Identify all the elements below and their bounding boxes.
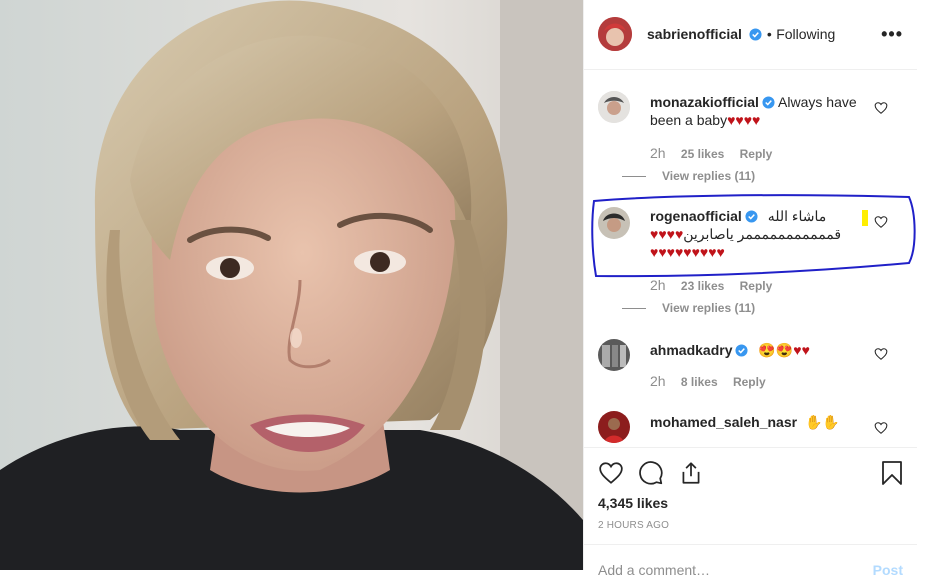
reply-button[interactable]: Reply [733, 375, 766, 389]
comment-likes[interactable]: 23 likes [681, 279, 724, 293]
comment-text: monazakiofficial Always have been a baby… [650, 93, 880, 129]
view-replies-label: View replies (11) [662, 169, 756, 183]
post-header: sabrienofficial • Following ••• [584, 0, 917, 70]
comment-text: mohamed_saleh_nasr ✋✋ [650, 413, 880, 431]
commenter-avatar[interactable] [598, 91, 630, 123]
replies-divider [622, 176, 646, 178]
post-timestamp: 2 HOURS AGO [598, 520, 670, 531]
following-button[interactable]: Following [776, 26, 835, 42]
comment-body-line2: been a baby [650, 112, 728, 128]
view-replies-label: View replies (11) [662, 301, 756, 315]
comment-like-heart-icon[interactable] [874, 421, 888, 435]
comment-like-heart-icon[interactable] [874, 101, 888, 115]
comment-meta: 2h 8 likes Reply [650, 373, 778, 389]
comment-username[interactable]: monazakiofficial [650, 94, 759, 110]
comments-panel: sabrienofficial • Following ••• monazaki… [583, 0, 925, 578]
comment-like-heart-icon[interactable] [874, 347, 888, 361]
comment-icon[interactable] [638, 460, 664, 486]
commenter-avatar[interactable] [598, 339, 630, 371]
author-line: sabrienofficial • Following [647, 26, 835, 44]
highlighter-mark [862, 210, 868, 226]
comment-username[interactable]: ahmadkadry [650, 342, 732, 358]
comment-username[interactable]: mohamed_saleh_nasr [650, 414, 797, 430]
add-comment-input[interactable]: Add a comment… [598, 562, 710, 578]
comment-item: mohamed_saleh_nasr ✋✋ [598, 410, 908, 446]
highlight-annotation [591, 194, 916, 278]
comment-body: Always have [778, 94, 857, 110]
add-comment-bar: Add a comment… Post [584, 544, 917, 578]
verified-badge-icon [749, 28, 762, 41]
reply-button[interactable]: Reply [740, 279, 773, 293]
selfie-image [0, 0, 583, 570]
share-icon[interactable] [678, 460, 704, 486]
likes-count[interactable]: 4,345 likes [598, 495, 668, 511]
post-comment-button[interactable]: Post [873, 562, 903, 578]
comment-likes[interactable]: 25 likes [681, 147, 724, 161]
view-replies-button[interactable]: View replies (11) [622, 301, 755, 315]
comment-item: monazakiofficial Always have been a baby… [598, 90, 908, 190]
red-hearts: ♥♥♥♥ [727, 112, 761, 128]
verified-badge-icon [735, 344, 749, 357]
emoji-raised-hands: ✋✋ [804, 414, 840, 430]
separator-dot: • [766, 26, 772, 42]
more-options-icon[interactable]: ••• [881, 24, 903, 45]
author-avatar[interactable] [598, 17, 632, 51]
verified-badge-icon [762, 96, 775, 109]
comment-text: ahmadkadry 😍😍♥♥ [650, 341, 880, 359]
post-photo[interactable] [0, 0, 583, 570]
replies-divider [622, 308, 646, 310]
reply-button[interactable]: Reply [740, 147, 773, 161]
bookmark-icon[interactable] [880, 460, 904, 486]
red-hearts: ♥♥ [793, 342, 810, 358]
comment-time[interactable]: 2h [650, 373, 666, 389]
comment-meta: 2h 25 likes Reply [650, 145, 784, 161]
emoji-heart-eyes: 😍😍 [758, 342, 794, 358]
comment-time[interactable]: 2h [650, 145, 666, 161]
author-username[interactable]: sabrienofficial [647, 26, 742, 42]
view-replies-button[interactable]: View replies (11) [622, 169, 755, 183]
commenter-avatar[interactable] [598, 411, 630, 443]
post-actions: 4,345 likes 2 HOURS AGO Add a comment… P… [584, 447, 917, 578]
comment-likes[interactable]: 8 likes [681, 375, 718, 389]
heart-icon[interactable] [598, 460, 624, 486]
comment-item: ahmadkadry 😍😍♥♥ 2h 8 likes Reply [598, 338, 908, 398]
